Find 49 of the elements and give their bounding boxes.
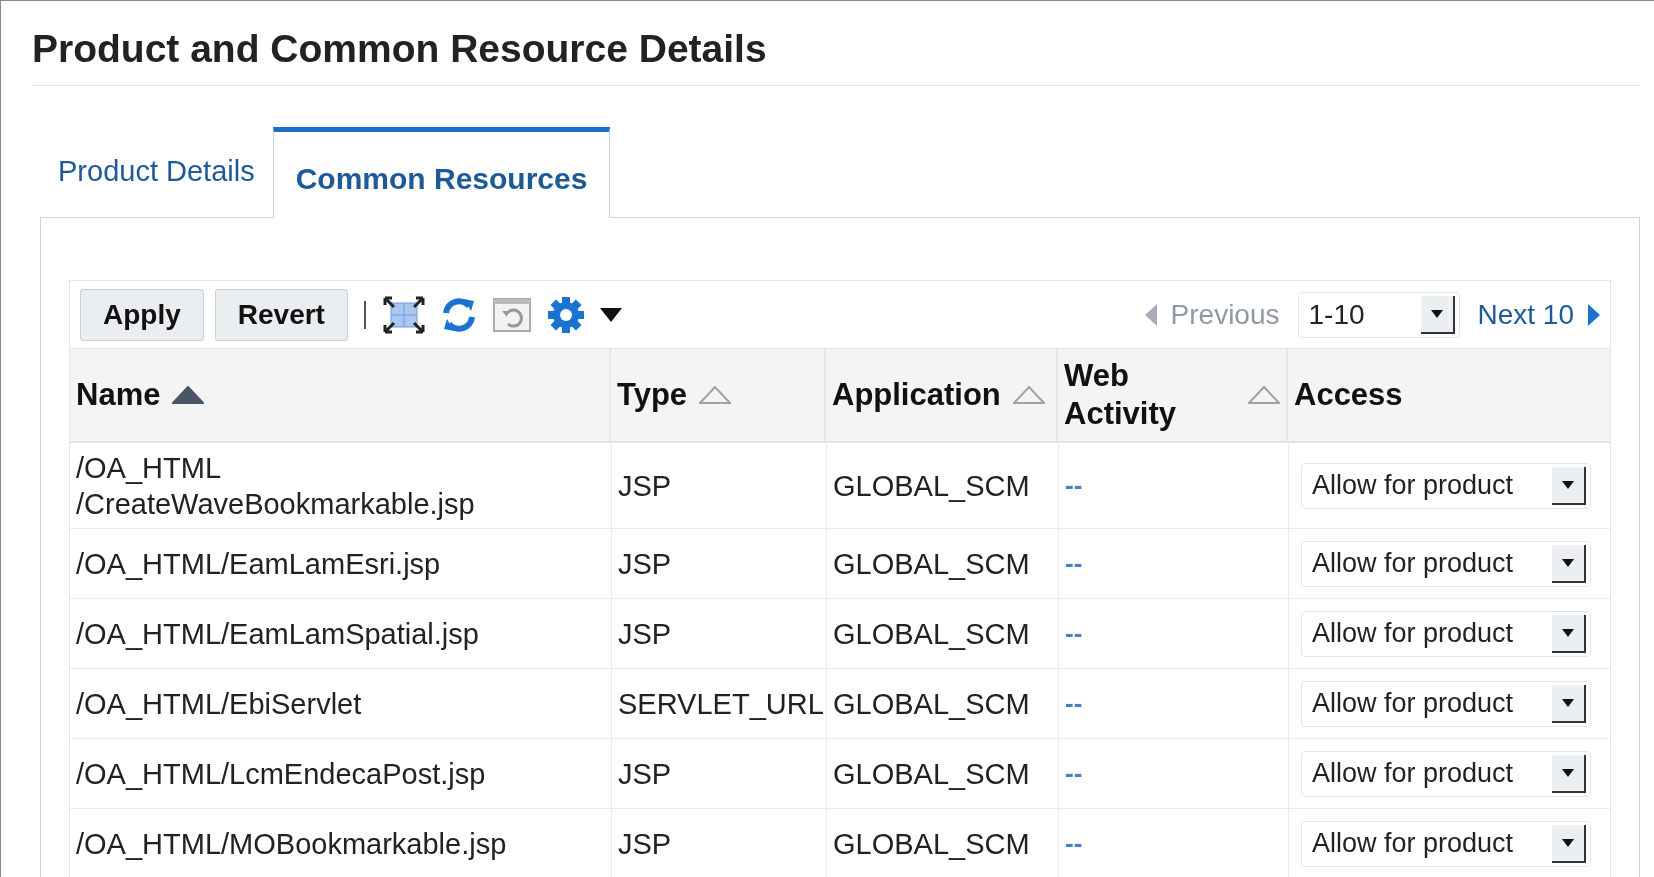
table-cell-text: GLOBAL_SCM [833,546,1030,582]
table-cell-text: GLOBAL_SCM [833,468,1030,504]
next-arrow-icon[interactable] [1588,303,1600,326]
column-header[interactable]: Application [826,349,1058,443]
column-header[interactable]: Name [70,349,611,443]
table-cell-text: /OA_HTML /CreateWaveBookmarkable.jsp [76,450,475,522]
range-select[interactable]: 1-10 [1297,291,1460,338]
access-select[interactable]: Allow for product [1301,680,1591,727]
column-header[interactable]: Type [611,349,826,443]
table-cell-text: /OA_HTML/EamLamSpatial.jsp [76,616,479,652]
table-cell-text: JSP [618,756,672,792]
table-cell-text: /OA_HTML/LcmEndecaPost.jsp [76,756,486,792]
tab[interactable]: Product Details [40,127,273,218]
access-select[interactable]: Allow for product [1301,462,1591,509]
next-link[interactable]: Next 10 [1477,293,1574,336]
page-title: Product and Common Resource Details [32,29,1640,86]
access-select[interactable]: Allow for product [1301,540,1591,587]
web-activity-text: -- [1065,757,1083,790]
table-cell-text: JSP [618,546,672,582]
table-cell-text: GLOBAL_SCM [833,686,1030,722]
table-cell-text: JSP [618,826,672,862]
settings-icon[interactable] [545,294,586,335]
access-select[interactable]: Allow for product [1301,820,1591,867]
web-activity-text: -- [1065,617,1083,650]
toolbar-button[interactable]: Apply [80,288,204,341]
table-cell-text: /OA_HTML/EbiServlet [76,686,362,722]
table-cell-text: /OA_HTML/EamLamEsri.jsp [76,546,441,582]
table-cell-text: JSP [618,616,672,652]
dropdown-caret-icon[interactable] [599,307,622,322]
web-activity-text: -- [1065,827,1083,860]
column-header: Access [1288,349,1610,443]
toolbar-button[interactable]: Revert [214,288,348,341]
table-cell-text: /OA_HTML/MOBookmarkable.jsp [76,826,507,862]
window-icon[interactable] [491,296,532,333]
table-cell-text: GLOBAL_SCM [833,756,1030,792]
separator [363,300,366,329]
web-activity-text: -- [1065,469,1083,502]
column-header[interactable]: Web Activity [1058,349,1288,443]
table-cell-text: JSP [618,468,672,504]
tab[interactable]: Common Resources [272,127,611,218]
access-select[interactable]: Allow for product [1301,750,1591,797]
web-activity-text: -- [1065,687,1083,720]
table-cell-text: GLOBAL_SCM [833,616,1030,652]
access-select[interactable]: Allow for product [1301,610,1591,657]
table-cell-text: GLOBAL_SCM [833,826,1030,862]
table-cell-text: SERVLET_URL [618,686,824,722]
web-activity-text: -- [1065,547,1083,580]
sort-ascending-icon[interactable] [172,386,205,404]
detach-icon[interactable] [381,294,426,335]
